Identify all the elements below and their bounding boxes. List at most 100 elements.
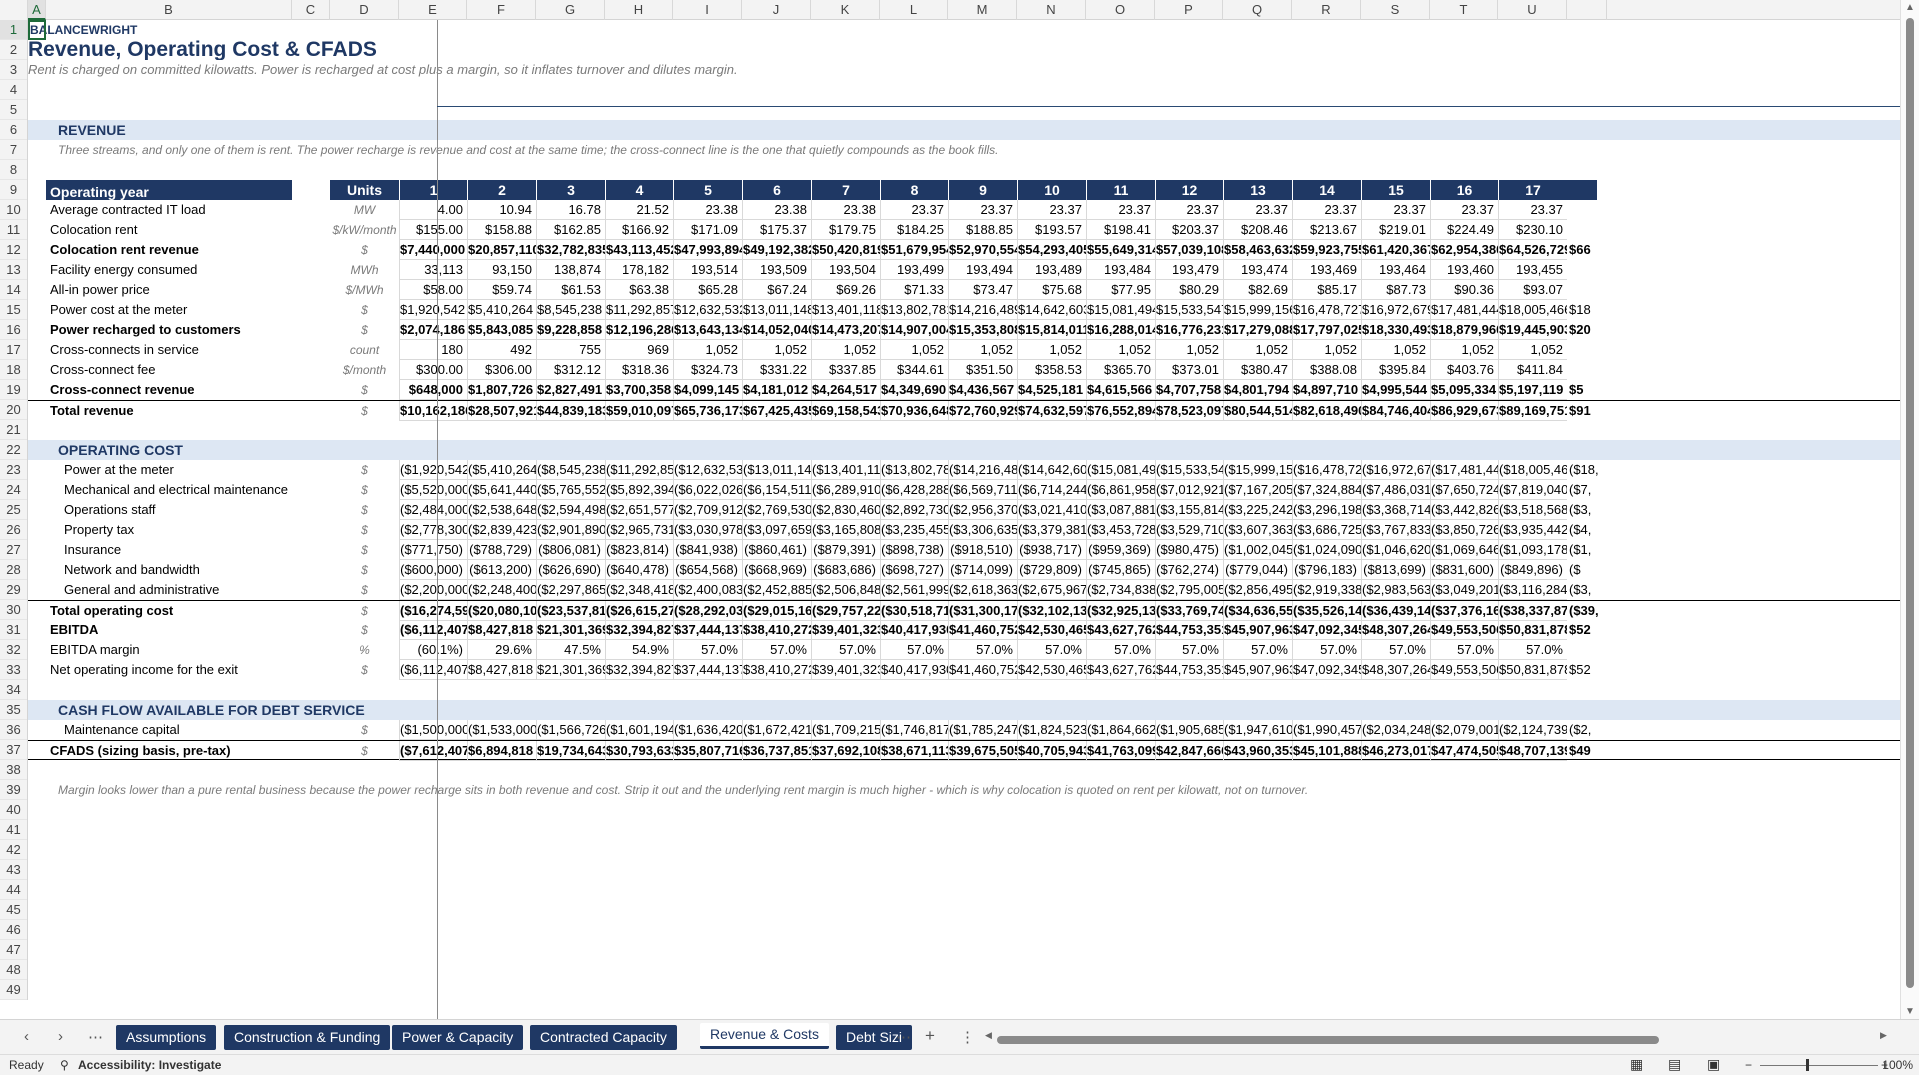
row-label[interactable]: Network and bandwidth bbox=[46, 560, 330, 580]
page-title[interactable]: Revenue, Operating Cost & CFADS bbox=[28, 40, 536, 60]
value-cell[interactable]: $59,010,097 bbox=[605, 401, 673, 421]
row-header-42[interactable]: 42 bbox=[0, 840, 27, 860]
row-label[interactable]: Colocation rent revenue bbox=[46, 240, 330, 260]
row-units[interactable]: $ bbox=[330, 300, 399, 320]
value-cell[interactable]: $43,113,452 bbox=[605, 240, 673, 260]
row-header-34[interactable]: 34 bbox=[0, 680, 27, 700]
sheet-tab-2[interactable]: Power & Capacity bbox=[392, 1025, 524, 1050]
value-cell[interactable]: ($26,615,270) bbox=[605, 601, 673, 621]
value-cell[interactable]: 57.0% bbox=[1155, 640, 1223, 660]
row-header-11[interactable]: 11 bbox=[0, 220, 27, 240]
value-cell[interactable]: ($654,568) bbox=[673, 560, 742, 580]
value-cell[interactable]: $84,746,404 bbox=[1361, 401, 1430, 421]
normal-view-icon[interactable]: ▦ bbox=[1630, 1056, 1643, 1073]
value-cell[interactable]: 57.0% bbox=[1361, 640, 1430, 660]
page-layout-icon[interactable]: ▤ bbox=[1668, 1056, 1681, 1073]
value-cell[interactable]: $62,954,380 bbox=[1430, 240, 1498, 260]
value-cell[interactable]: 755 bbox=[536, 340, 605, 360]
value-cell[interactable]: $90.36 bbox=[1430, 280, 1498, 300]
value-cell[interactable]: ($3,518,568) bbox=[1498, 500, 1567, 520]
value-cell[interactable]: ($5,520,000) bbox=[399, 480, 467, 500]
value-cell[interactable]: $32,394,827 bbox=[605, 620, 673, 640]
value-cell[interactable]: $51,679,954 bbox=[880, 240, 948, 260]
value-cell[interactable]: ($37,376,167) bbox=[1430, 601, 1498, 621]
row-header-33[interactable]: 33 bbox=[0, 660, 27, 680]
value-cell[interactable]: $47,092,345 bbox=[1292, 660, 1361, 680]
value-cell[interactable]: ($15,533,547) bbox=[1155, 460, 1223, 480]
value-cell[interactable]: ($860,461) bbox=[742, 540, 811, 560]
value-cell[interactable]: $175.37 bbox=[742, 220, 811, 240]
value-cell[interactable]: $82.69 bbox=[1223, 280, 1292, 300]
value-cell[interactable]: ($2,506,848) bbox=[811, 580, 880, 600]
value-cell[interactable]: $59.74 bbox=[467, 280, 536, 300]
value-cell[interactable]: $44,753,351 bbox=[1155, 620, 1223, 640]
value-cell-overflow[interactable]: $52 bbox=[1569, 660, 1601, 680]
value-cell[interactable]: $57,039,108 bbox=[1155, 240, 1223, 260]
value-cell-overflow[interactable]: $49 bbox=[1569, 741, 1601, 761]
operating-year-header[interactable]: Operating year bbox=[46, 180, 292, 200]
value-cell[interactable]: $71.33 bbox=[880, 280, 948, 300]
value-cell[interactable]: $16,972,679 bbox=[1361, 300, 1430, 320]
value-cell[interactable]: ($32,925,133) bbox=[1086, 601, 1155, 621]
value-cell[interactable]: $158.88 bbox=[467, 220, 536, 240]
value-cell[interactable]: ($34,636,550) bbox=[1223, 601, 1292, 621]
value-cell[interactable]: ($788,729) bbox=[467, 540, 536, 560]
value-cell[interactable]: $14,216,489 bbox=[948, 300, 1017, 320]
row-label[interactable]: Total operating cost bbox=[46, 601, 330, 621]
value-cell[interactable]: ($7,012,921) bbox=[1155, 480, 1223, 500]
value-cell[interactable]: ($3,296,198) bbox=[1292, 500, 1361, 520]
value-cell[interactable]: $18,879,960 bbox=[1430, 320, 1498, 340]
value-cell[interactable]: $15,533,547 bbox=[1155, 300, 1223, 320]
value-cell[interactable]: ($729,809) bbox=[1017, 560, 1086, 580]
value-cell[interactable]: $300.00 bbox=[399, 360, 467, 380]
value-cell[interactable]: $35,807,716 bbox=[673, 741, 742, 761]
value-cell[interactable]: ($7,819,040) bbox=[1498, 480, 1567, 500]
value-cell[interactable]: $39,401,323 bbox=[811, 620, 880, 640]
column-header-a[interactable]: A bbox=[28, 0, 46, 20]
value-cell[interactable]: $80.29 bbox=[1155, 280, 1223, 300]
value-cell[interactable]: ($2,124,739) bbox=[1498, 720, 1567, 740]
value-cell-overflow[interactable]: $66 bbox=[1569, 240, 1601, 260]
value-cell[interactable]: $38,671,113 bbox=[880, 741, 948, 761]
value-cell[interactable]: ($796,183) bbox=[1292, 560, 1361, 580]
value-cell[interactable]: ($5,641,440) bbox=[467, 480, 536, 500]
value-cell[interactable]: ($2,297,865) bbox=[536, 580, 605, 600]
value-cell[interactable]: $13,011,148 bbox=[742, 300, 811, 320]
value-cell[interactable]: 1,052 bbox=[1086, 340, 1155, 360]
value-cell[interactable]: 193,474 bbox=[1223, 260, 1292, 280]
value-cell[interactable]: ($745,865) bbox=[1086, 560, 1155, 580]
select-all-corner[interactable] bbox=[0, 0, 28, 20]
value-cell[interactable]: $82,618,490 bbox=[1292, 401, 1361, 421]
value-cell[interactable]: $70,936,648 bbox=[880, 401, 948, 421]
row-header-1[interactable]: 1 bbox=[0, 20, 27, 40]
value-cell[interactable]: $208.46 bbox=[1223, 220, 1292, 240]
value-cell[interactable]: $38,410,272 bbox=[742, 660, 811, 680]
value-cell[interactable]: ($6,714,244) bbox=[1017, 480, 1086, 500]
value-cell[interactable]: $54,293,405 bbox=[1017, 240, 1086, 260]
value-cell[interactable]: $50,831,878 bbox=[1498, 660, 1567, 680]
value-cell[interactable]: ($14,216,489) bbox=[948, 460, 1017, 480]
value-cell[interactable]: 193,464 bbox=[1361, 260, 1430, 280]
value-cell[interactable]: ($30,518,718) bbox=[880, 601, 948, 621]
row-units[interactable]: $ bbox=[330, 720, 399, 740]
value-cell-overflow[interactable]: ($2, bbox=[1569, 720, 1601, 740]
value-cell[interactable]: ($29,015,162) bbox=[742, 601, 811, 621]
value-cell[interactable]: ($7,324,884) bbox=[1292, 480, 1361, 500]
value-cell[interactable]: $50,420,819 bbox=[811, 240, 880, 260]
row-units[interactable]: $ bbox=[330, 320, 399, 340]
value-cell[interactable]: $45,907,963 bbox=[1223, 620, 1292, 640]
value-cell[interactable]: ($13,401,118) bbox=[811, 460, 880, 480]
row-label[interactable]: Power at the meter bbox=[46, 460, 330, 480]
row-header-10[interactable]: 10 bbox=[0, 200, 27, 220]
value-cell[interactable]: 193,479 bbox=[1155, 260, 1223, 280]
value-cell[interactable]: ($879,391) bbox=[811, 540, 880, 560]
year-header-16[interactable]: 16 bbox=[1430, 180, 1498, 200]
value-cell[interactable]: $18,330,493 bbox=[1361, 320, 1430, 340]
value-cell[interactable]: $85.17 bbox=[1292, 280, 1361, 300]
value-cell[interactable]: $78,523,097 bbox=[1155, 401, 1223, 421]
value-cell[interactable]: ($600,000) bbox=[399, 560, 467, 580]
value-cell[interactable]: $4,615,566 bbox=[1086, 380, 1155, 400]
value-cell[interactable]: ($6,022,026) bbox=[673, 480, 742, 500]
value-cell[interactable]: $324.73 bbox=[673, 360, 742, 380]
value-cell[interactable]: $184.25 bbox=[880, 220, 948, 240]
